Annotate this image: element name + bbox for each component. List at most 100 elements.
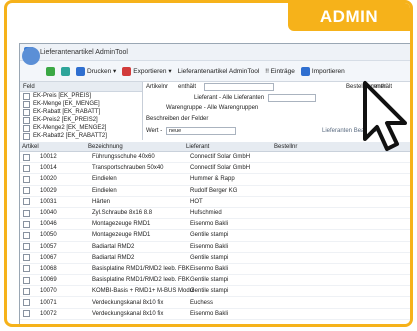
admin-badge: ADMIN xyxy=(288,3,410,31)
field-list-header: Feld xyxy=(20,82,142,92)
row-checkbox[interactable] xyxy=(23,243,30,251)
cell-artikel: 10050 xyxy=(40,232,57,239)
cell-bezeichnung: Badiartal RMD2 xyxy=(92,254,135,261)
field-item[interactable]: EK-Preis [EK_PREIS] xyxy=(20,92,142,100)
cell-bezeichnung: Eindielen xyxy=(92,187,117,194)
field-item[interactable]: EK-Menge [EK_MENGE] xyxy=(20,100,142,108)
row-checkbox[interactable] xyxy=(23,265,30,273)
field-checkbox[interactable] xyxy=(23,116,30,124)
table-row[interactable]: 10040 Zyl.Schraube 8x16 8.8 Hufschmied xyxy=(20,208,410,220)
row-checkbox[interactable] xyxy=(23,175,30,183)
print-button[interactable]: Drucken ▾ xyxy=(76,66,116,76)
table-row[interactable]: 10031 Härten HOT xyxy=(20,197,410,208)
article-grid: Artikel Bezeichnung Lieferant Bestellnr … xyxy=(20,142,410,324)
table-row[interactable]: 10072 Verdeckungskanal 8x10 fix Eisenmo Ba… xyxy=(20,309,410,320)
field-checkbox[interactable] xyxy=(23,100,30,108)
mouse-pointer-icon xyxy=(363,81,407,151)
cell-artikel: 10014 xyxy=(40,165,57,172)
cell-bezeichnung: Härten xyxy=(92,198,111,205)
row-checkbox[interactable] xyxy=(23,254,30,262)
row-checkbox[interactable] xyxy=(23,231,30,239)
field-label: EK-Preis [EK_PREIS] xyxy=(33,93,92,99)
cell-artikel: 10057 xyxy=(40,243,57,250)
cell-artikel: 10070 xyxy=(40,288,57,295)
field-item[interactable]: EK-Preis2 [EK_PREIS2] xyxy=(20,116,142,124)
cell-lieferant: Eisenmo Bakli xyxy=(190,243,229,250)
field-checkbox[interactable] xyxy=(23,92,30,100)
field-checkbox[interactable] xyxy=(23,108,30,116)
field-checkbox[interactable] xyxy=(23,132,30,140)
cell-bezeichnung: KOMBI-Basis + RMD1+ M-BUS Modul xyxy=(92,288,195,295)
table-row[interactable]: 10029 Eindielen Rudolf Berger KG xyxy=(20,186,410,197)
cell-artikel: 10031 xyxy=(40,198,57,205)
col-lieferant[interactable]: Lieferant xyxy=(186,144,274,150)
cell-lieferant: Gentile stampi xyxy=(190,232,229,239)
table-row[interactable]: 10071 Verdeckungskanal 8x10 fix Euchess xyxy=(20,297,410,309)
field-checkbox[interactable] xyxy=(23,124,30,132)
lieferant-select[interactable] xyxy=(268,94,316,102)
col-artikel[interactable]: Artikel xyxy=(20,144,88,150)
cell-lieferant: Rudolf Berger KG xyxy=(190,187,238,194)
field-item[interactable]: EK-Menge2 [EK_MENGE2] xyxy=(20,124,142,132)
cell-bezeichnung: Montagezeuge RMD1 xyxy=(92,221,151,228)
artikelnr-input[interactable] xyxy=(204,83,274,91)
cell-artikel: 10029 xyxy=(40,187,57,194)
field-label: EK-Menge2 [EK_MENGE2] xyxy=(33,125,107,131)
table-row[interactable]: 10069 Basisplatine RMD1/RMD2 leeb. FBK Gen… xyxy=(20,275,410,287)
row-checkbox[interactable] xyxy=(23,164,30,172)
refresh-button[interactable] xyxy=(61,66,70,76)
tab-admintool[interactable]: Lieferantenartikel AdminTool xyxy=(178,68,260,75)
row-checkbox[interactable] xyxy=(23,287,30,295)
cell-bezeichnung: Eindielen xyxy=(92,176,117,183)
warengruppe-dropdown[interactable]: Warengruppe - Alle Warengruppen xyxy=(166,105,258,111)
beschreiben-label: Beschreiben der Felder xyxy=(146,116,209,122)
table-row[interactable]: 10050 Montagezeuge RMD1 Gentile stampi xyxy=(20,230,410,242)
save-button[interactable] xyxy=(46,66,55,76)
wert-label: Wert - xyxy=(146,128,163,134)
row-checkbox[interactable] xyxy=(23,153,30,161)
row-checkbox[interactable] xyxy=(23,276,30,284)
cell-lieferant: Gentile stampi xyxy=(190,288,229,295)
row-checkbox[interactable] xyxy=(23,299,30,307)
col-bestellnr[interactable]: Bestellnr xyxy=(274,144,354,150)
cell-bezeichnung: Basisplatine RMD1/RMD2 leeb. FBK xyxy=(92,265,190,272)
table-row[interactable]: 10046 Montagezeuge RMD1 Eisenmo Bakli xyxy=(20,219,410,231)
enthaelt-label: enthält xyxy=(178,84,197,90)
row-checkbox[interactable] xyxy=(23,209,30,217)
wert-input[interactable]: neue xyxy=(166,127,236,135)
entries-button[interactable]: !! Einträge xyxy=(265,68,295,75)
field-label: EK-Rabatt [EK_RABATT] xyxy=(33,109,101,115)
table-row[interactable]: 10020 Eindielen Hummer & Rapp xyxy=(20,174,410,186)
table-row[interactable]: 10057 Badiartal RMD2 Eisenmo Bakli xyxy=(20,242,410,253)
save-icon xyxy=(46,66,55,76)
field-item[interactable]: EK-Rabatt [EK_RABATT] xyxy=(20,108,142,116)
table-row[interactable]: 10070 KOMBI-Basis + RMD1+ M-BUS Modul Gent… xyxy=(20,286,410,298)
row-checkbox[interactable] xyxy=(23,220,30,228)
cell-bezeichnung: Basisplatine RMD1/RMD2 leeb. FBK xyxy=(92,277,190,284)
export-icon xyxy=(122,66,132,76)
lieferant-dropdown[interactable]: Lieferant - Alle Lieferanten xyxy=(194,95,264,101)
cell-artikel: 10012 xyxy=(40,154,57,161)
cell-lieferant: Hufschmied xyxy=(190,210,222,217)
export-button[interactable]: Exportieren ▾ xyxy=(122,66,172,76)
row-checkbox[interactable] xyxy=(23,187,30,195)
import-button[interactable]: Importieren xyxy=(300,66,345,76)
field-label: EK-Rabatt2 [EK_RABATT2] xyxy=(33,133,107,139)
app-menu-icon[interactable] xyxy=(22,47,40,65)
table-row[interactable]: 10012 Führungsschuhe 40x60 Connectif Solar… xyxy=(20,152,410,164)
cell-lieferant: Connectif Solar GmbH xyxy=(190,165,251,172)
tab-admintool-label: Lieferantenartikel AdminTool xyxy=(177,67,260,75)
col-bezeichnung[interactable]: Bezeichnung xyxy=(88,144,186,150)
grid-header: Artikel Bezeichnung Lieferant Bestellnr xyxy=(20,142,410,152)
cell-bezeichnung: Führungsschuhe 40x60 xyxy=(92,154,155,161)
field-item[interactable]: EK-Rabatt2 [EK_RABATT2] xyxy=(20,132,142,140)
field-label: EK-Menge [EK_MENGE] xyxy=(33,101,100,107)
row-checkbox[interactable] xyxy=(23,310,30,318)
table-row[interactable]: 10068 Basisplatine RMD1/RMD2 leeb. FBK Eis… xyxy=(20,264,410,276)
field-label: EK-Preis2 [EK_PREIS2] xyxy=(33,117,98,123)
cell-artikel: 10046 xyxy=(40,221,57,228)
table-row[interactable]: 10014 Transportschrauben 50x40 Connectif S… xyxy=(20,163,410,175)
table-row[interactable]: 10067 Badiartal RMD2 Gentile stampi xyxy=(20,253,410,264)
artikelnr-label: Artikelnr xyxy=(146,84,169,90)
row-checkbox[interactable] xyxy=(23,198,30,206)
